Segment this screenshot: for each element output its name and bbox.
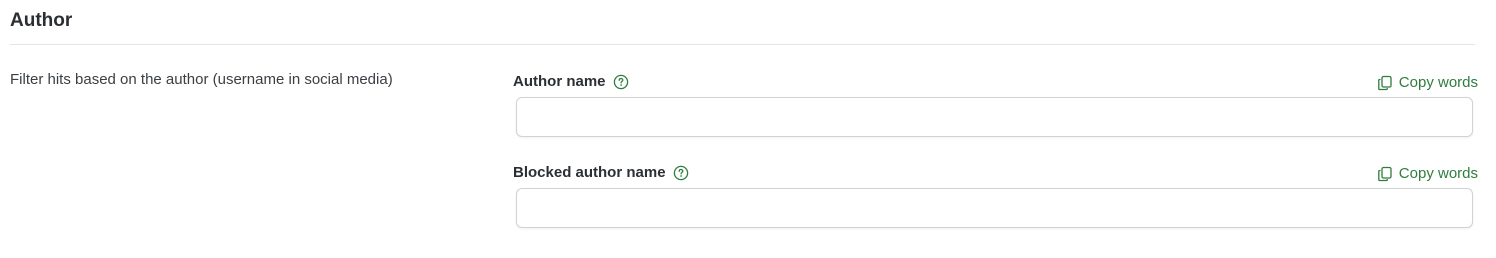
- copy-icon: [1377, 166, 1393, 182]
- author-name-label-container: Author name: [513, 72, 629, 92]
- author-name-field: Author name Copy words: [513, 72, 1478, 137]
- blocked-author-name-label-row: Blocked author name Copy words: [513, 163, 1478, 185]
- author-name-label-row: Author name Copy words: [513, 72, 1478, 94]
- blocked-author-name-label: Blocked author name: [513, 164, 666, 181]
- section-title: Author: [10, 10, 73, 31]
- blocked-author-name-copy-label: Copy words: [1398, 165, 1478, 182]
- blocked-author-name-input[interactable]: [516, 188, 1473, 228]
- question-circle-icon[interactable]: [613, 74, 629, 90]
- section-description: Filter hits based on the author (usernam…: [10, 71, 393, 88]
- author-name-label: Author name: [513, 73, 606, 90]
- author-name-copy-label: Copy words: [1398, 74, 1478, 91]
- section-divider: [10, 44, 1475, 45]
- author-name-input[interactable]: [516, 97, 1473, 137]
- blocked-author-name-field: Blocked author name Copy words: [513, 163, 1478, 228]
- question-circle-icon[interactable]: [673, 165, 689, 181]
- copy-icon: [1377, 75, 1393, 91]
- author-name-copy-words-button[interactable]: Copy words: [1377, 73, 1478, 93]
- author-filter-section: Author Filter hits based on the author (…: [0, 0, 1496, 258]
- blocked-author-name-copy-words-button[interactable]: Copy words: [1377, 164, 1478, 184]
- blocked-author-name-label-container: Blocked author name: [513, 163, 689, 183]
